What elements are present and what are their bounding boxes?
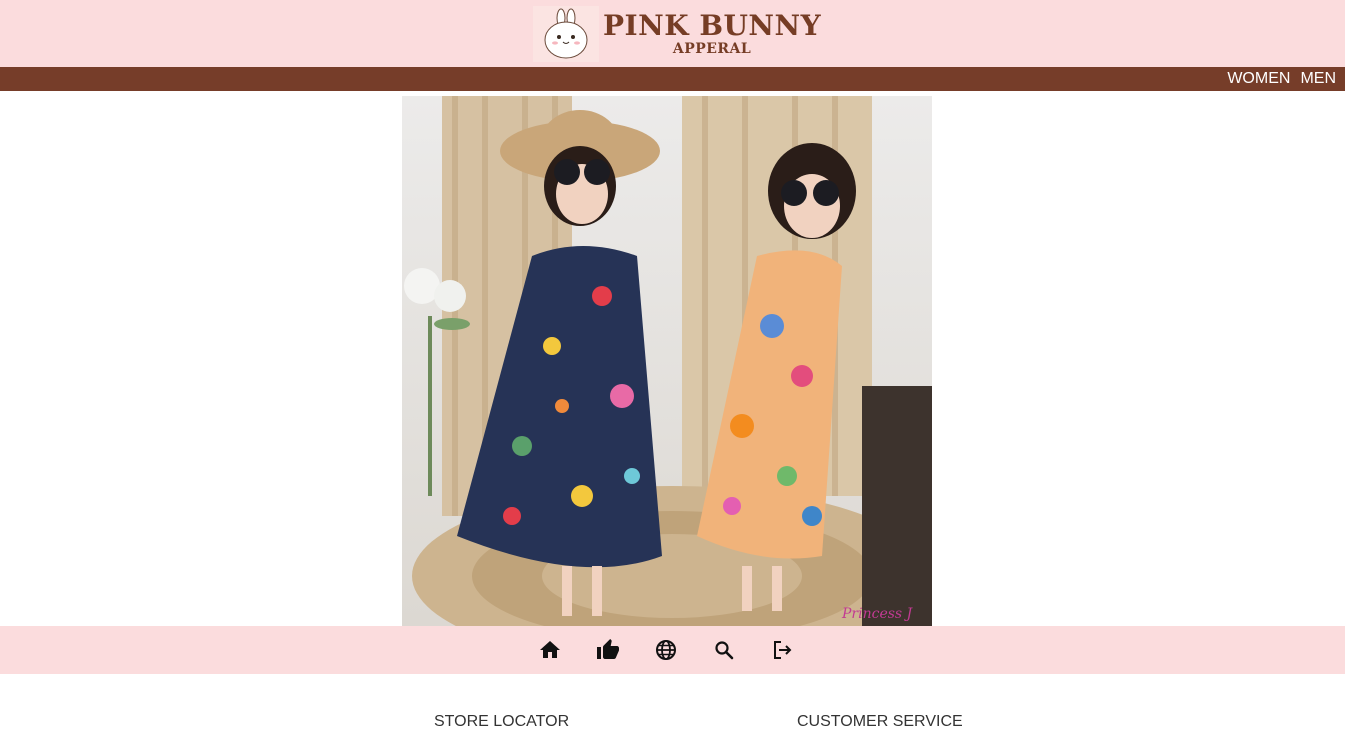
two-girls-floral-dresses-photo: Princess J (402, 96, 932, 626)
brand-title: PINK BUNNY (603, 9, 822, 42)
bunny-mascot-icon (533, 6, 599, 62)
logout-icon[interactable] (770, 638, 794, 662)
nav-men-link[interactable]: MEN (1300, 69, 1336, 89)
nav-links: WOMEN MEN (1227, 69, 1336, 89)
brand-text: PINK BUNNY APPERAL (603, 9, 822, 57)
thumbs-up-icon[interactable] (596, 638, 620, 662)
hero-watermark: Princess J (841, 606, 914, 622)
hero-product-image[interactable]: Princess J (402, 96, 932, 626)
globe-icon[interactable] (654, 638, 678, 662)
toolbar-icons (538, 638, 794, 662)
brand-logo[interactable]: PINK BUNNY APPERAL (533, 6, 823, 62)
customer-service-link[interactable]: CUSTOMER SERVICE (797, 713, 963, 731)
nav-women-link[interactable]: WOMEN (1227, 69, 1290, 89)
home-icon[interactable] (538, 638, 562, 662)
icon-toolbar (0, 626, 1345, 674)
store-locator-link[interactable]: STORE LOCATOR (434, 713, 569, 731)
search-icon[interactable] (712, 638, 736, 662)
category-nav: WOMEN MEN (0, 67, 1345, 91)
site-header: PINK BUNNY APPERAL (0, 0, 1345, 67)
brand-subtitle: APPERAL (672, 41, 752, 57)
